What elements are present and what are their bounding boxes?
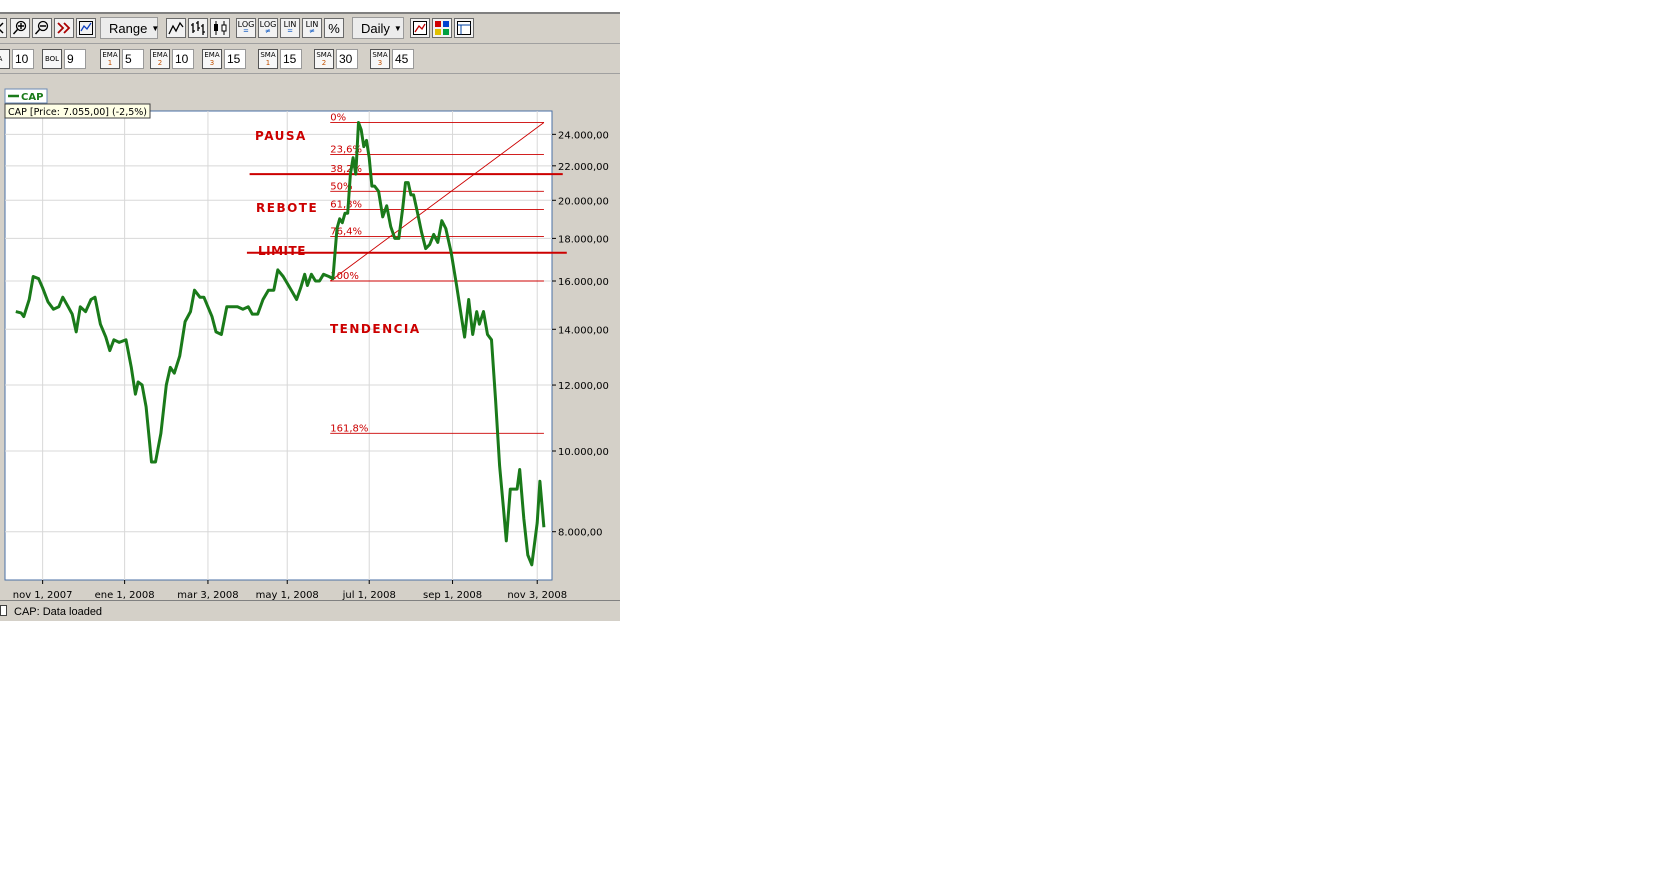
indicator-sma-1-value[interactable]: 15	[280, 49, 302, 69]
y-tick-label: 14.000,00	[558, 325, 609, 336]
chart-settings-icon	[413, 21, 427, 35]
y-tick-label: 8.000,00	[558, 528, 603, 539]
ohlc-bars-icon	[191, 21, 205, 35]
x-tick-label: jul 1, 2008	[342, 590, 396, 600]
fit-chart-icon	[79, 21, 93, 35]
x-tick-label: mar 3, 2008	[177, 590, 238, 600]
log-equal-label: LOG =	[237, 20, 255, 35]
y-tick-label: 18.000,00	[558, 234, 609, 245]
price-chart[interactable]: 0%23,6%38,2%50%61,8%76,4%100%161,8% 8.00…	[0, 74, 620, 600]
dropdown-arrow-icon: ▼	[393, 23, 402, 33]
y-tick-label: 16.000,00	[558, 277, 609, 288]
indicator-a-value[interactable]: 10	[12, 49, 34, 69]
indicator-sma-2[interactable]: SMA 2 30	[314, 48, 358, 70]
range-dropdown[interactable]: Range ▼	[100, 17, 160, 39]
percent-label: %	[328, 20, 340, 36]
indicator-sma-3-value[interactable]: 45	[392, 49, 414, 69]
x-tick-label: nov 3, 2008	[507, 590, 567, 600]
indicator-ema-3[interactable]: EMA 3 15	[202, 48, 246, 70]
bar-chart-button[interactable]	[188, 18, 208, 38]
indicator-ema-1-button[interactable]: EMA 1	[100, 49, 120, 69]
lin-notequal-button[interactable]: LIN ≠	[302, 18, 322, 38]
indicator-toolbar: A 10 BOL 9 EMA1 5 EMA2 10 EMA3 15 SMA1 1…	[0, 44, 620, 74]
annotation-rebote: REBOTE	[256, 201, 318, 215]
candlestick-icon	[214, 21, 227, 35]
indicator-bol[interactable]: BOL 9	[42, 48, 86, 70]
zoom-out-button[interactable]	[32, 18, 52, 38]
candlestick-button[interactable]	[210, 18, 230, 38]
status-text: CAP: Data loaded	[14, 606, 103, 618]
legend-label: CAP	[21, 92, 43, 103]
log-notequal-label: LOG ≠	[259, 20, 277, 35]
chart-settings-button[interactable]	[410, 18, 430, 38]
color-palette-icon	[435, 21, 449, 35]
zoom-in-button[interactable]	[10, 18, 30, 38]
x-tick-label: sep 1, 2008	[423, 590, 482, 600]
legend: CAP CAP [Price: 7.055,00] (-2,5%)	[4, 88, 151, 119]
log-notequal-button[interactable]: LOG ≠	[258, 18, 278, 38]
indicator-a-button[interactable]: A	[0, 49, 10, 69]
indicator-a[interactable]: A 10	[0, 48, 34, 70]
main-toolbar: Range ▼ LOG = LOG ≠ LIN = LIN ≠ % Daily ▼	[0, 14, 620, 44]
annotation-tendencia: TENDENCIA	[330, 322, 421, 336]
status-bar: CAP: Data loaded	[0, 600, 620, 621]
chart-area[interactable]: 0% 23,6% 38,2% 50% 61,8% 76,4% 100% 161,8% 8.00…	[0, 74, 620, 600]
color-scheme-button[interactable]	[432, 18, 452, 38]
x-tick-label: ene 1, 2008	[95, 590, 155, 600]
lin-notequal-label: LIN ≠	[305, 20, 319, 35]
indicator-sma-1-button[interactable]: SMA 1	[258, 49, 278, 69]
scroll-left-button[interactable]	[0, 18, 7, 38]
double-chevron-right-icon	[57, 22, 71, 34]
log-equal-button[interactable]: LOG =	[236, 18, 256, 38]
zoom-in-icon	[12, 20, 27, 35]
indicator-sma-1[interactable]: SMA 1 15	[258, 48, 302, 70]
chevron-left-icon	[0, 22, 4, 34]
line-chart-icon	[168, 21, 184, 35]
indicator-sma-2-button[interactable]: SMA 2	[314, 49, 334, 69]
fib-level-label: 0%	[330, 112, 346, 123]
interval-dropdown-label: Daily	[361, 20, 390, 36]
indicator-bol-value[interactable]: 9	[64, 49, 86, 69]
price-tooltip-text: CAP [Price: 7.055,00] (-2,5%)	[8, 107, 147, 118]
percent-button[interactable]: %	[324, 18, 344, 38]
x-tick-label: nov 1, 2007	[13, 590, 73, 600]
indicator-bol-button[interactable]: BOL	[42, 49, 62, 69]
y-tick-label: 10.000,00	[558, 447, 609, 458]
indicator-ema-3-button[interactable]: EMA 3	[202, 49, 222, 69]
zoom-out-icon	[34, 20, 49, 35]
dropdown-arrow-icon: ▼	[151, 23, 160, 33]
fit-chart-button[interactable]	[76, 18, 96, 38]
layout-button[interactable]	[454, 18, 474, 38]
indicator-sma-2-value[interactable]: 30	[336, 49, 358, 69]
y-tick-label: 24.000,00	[558, 130, 609, 141]
lin-equal-label: LIN =	[283, 20, 297, 35]
y-tick-label: 20.000,00	[558, 196, 609, 207]
interval-dropdown[interactable]: Daily ▼	[352, 17, 404, 39]
indicator-ema-2[interactable]: EMA 2 10	[150, 48, 194, 70]
indicator-ema-2-button[interactable]: EMA 2	[150, 49, 170, 69]
x-tick-label: may 1, 2008	[256, 590, 319, 600]
indicator-ema-3-value[interactable]: 15	[224, 49, 246, 69]
fib-level-label: 61,8%	[330, 199, 362, 210]
indicator-ema-2-value[interactable]: 10	[172, 49, 194, 69]
status-icon	[0, 605, 7, 616]
plot-area[interactable]	[4, 110, 553, 581]
y-tick-label: 12.000,00	[558, 381, 609, 392]
fib-level-label: 161,8%	[330, 423, 368, 434]
line-chart-button[interactable]	[166, 18, 186, 38]
range-dropdown-label: Range	[109, 20, 148, 36]
lin-equal-button[interactable]: LIN =	[280, 18, 300, 38]
indicator-sma-3-button[interactable]: SMA 3	[370, 49, 390, 69]
layout-icon	[457, 21, 471, 35]
annotation-limite: LIMITE	[258, 244, 306, 258]
scroll-forward-button[interactable]	[54, 18, 74, 38]
y-tick-label: 22.000,00	[558, 162, 609, 173]
annotation-pausa: PAUSA	[255, 129, 307, 143]
charting-app-window: Range ▼ LOG = LOG ≠ LIN = LIN ≠ % Daily ▼	[0, 0, 620, 621]
indicator-ema-1-value[interactable]: 5	[122, 49, 144, 69]
indicator-ema-1[interactable]: EMA 1 5	[100, 48, 144, 70]
indicator-sma-3[interactable]: SMA 3 45	[370, 48, 414, 70]
